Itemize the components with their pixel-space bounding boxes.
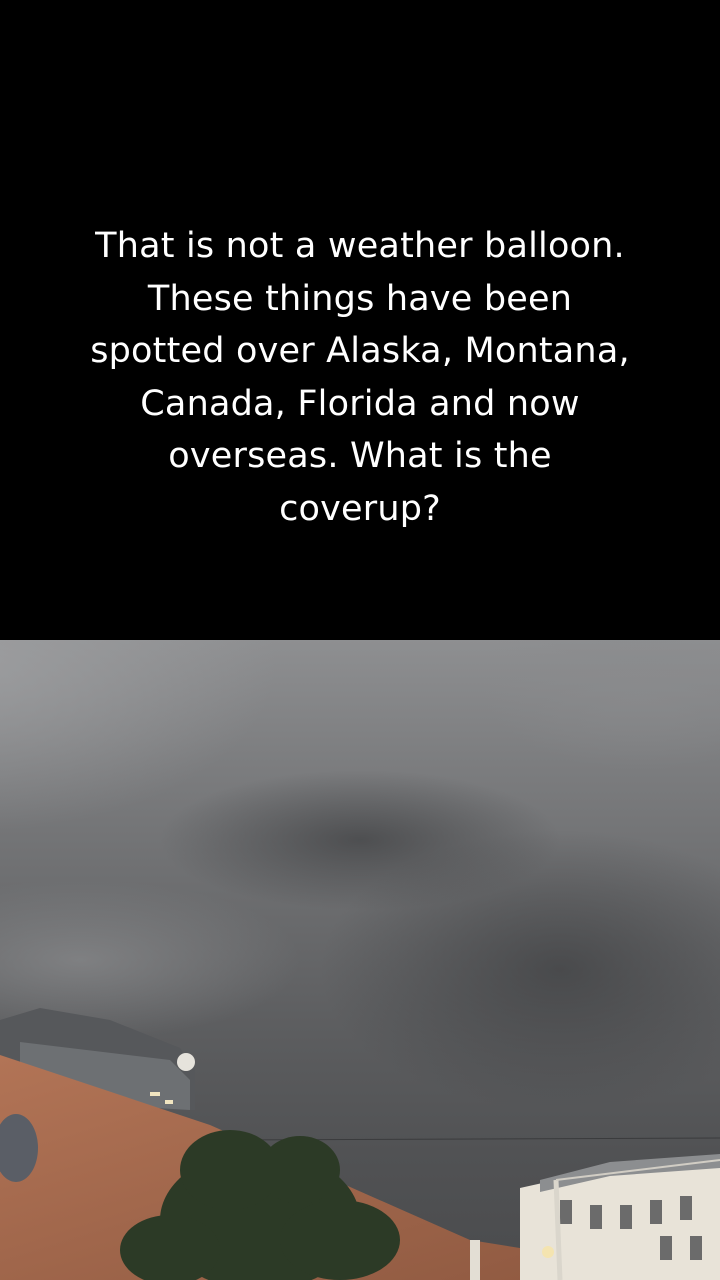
roof-light	[177, 1053, 195, 1071]
video-footage[interactable]	[0, 640, 720, 1280]
caption-panel: That is not a weather balloon. These thi…	[0, 0, 720, 640]
cloud	[480, 640, 720, 770]
building-window	[620, 1205, 632, 1229]
sky-scene	[0, 640, 720, 1280]
lamp-post	[470, 1240, 480, 1280]
street-light	[542, 1246, 554, 1258]
cloud	[160, 770, 560, 910]
video-frame[interactable]: That is not a weather balloon. These thi…	[0, 0, 720, 1280]
building-window	[680, 1196, 692, 1220]
window-light	[165, 1100, 173, 1104]
window-light	[150, 1092, 160, 1096]
building-window	[590, 1205, 602, 1229]
building-window	[690, 1236, 702, 1260]
building-window	[660, 1236, 672, 1260]
building-window	[560, 1200, 572, 1224]
caption-text: That is not a weather balloon. These thi…	[90, 226, 630, 529]
building-window	[650, 1200, 662, 1224]
